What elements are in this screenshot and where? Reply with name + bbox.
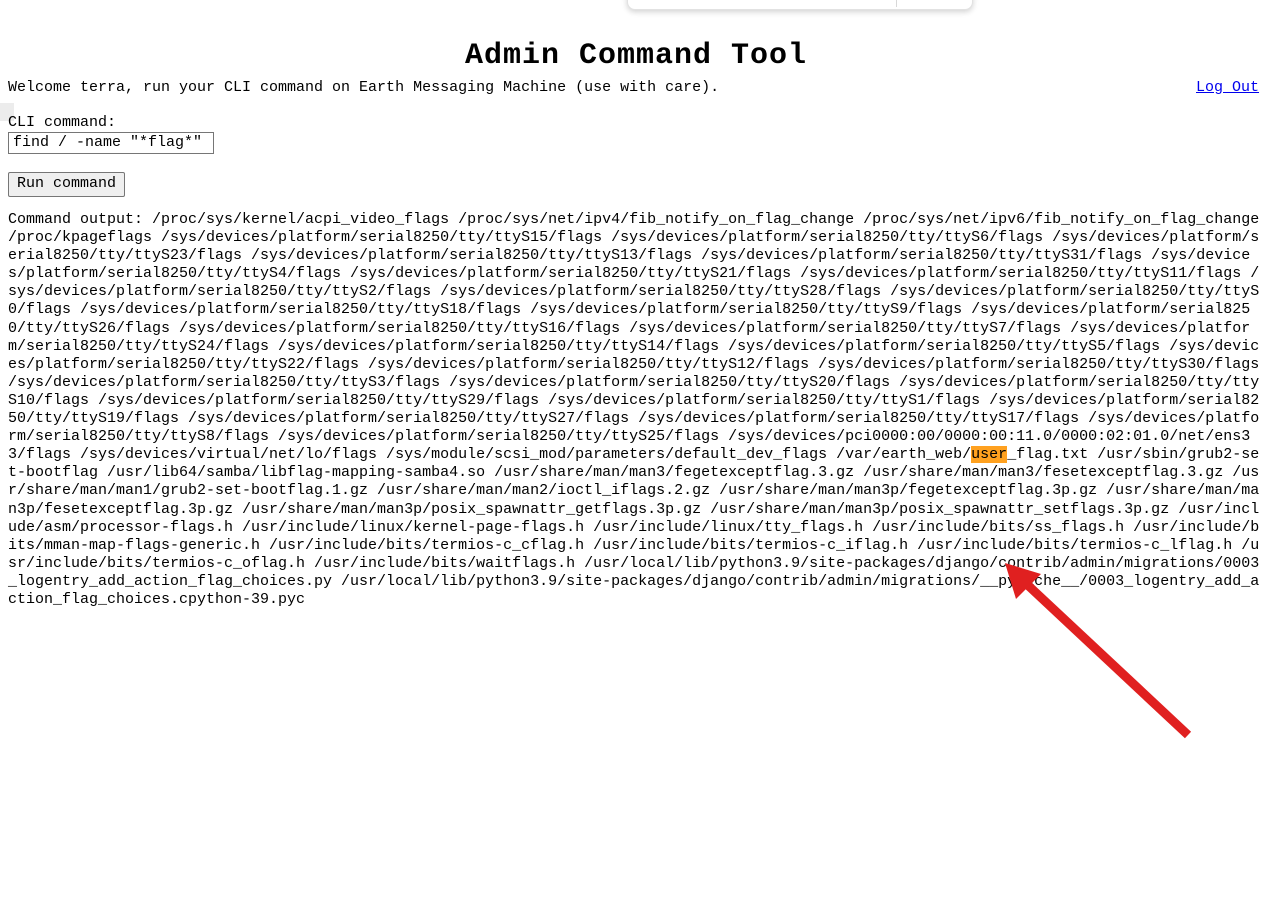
run-command-button[interactable]: Run command (8, 172, 126, 197)
command-output-prefix: Command output: (8, 211, 153, 228)
top-popup-remnant (627, 0, 973, 10)
page-title: Admin Command Tool (464, 39, 808, 74)
command-output-before-highlight: /proc/sys/kernel/acpi_video_flags /proc/… (8, 211, 1269, 464)
cli-command-input[interactable] (8, 132, 214, 154)
popup-divider (896, 0, 897, 7)
command-output-after-highlight: _flag.txt /usr/sbin/grub2-set-bootflag /… (8, 446, 1260, 608)
highlighted-user-token: user (971, 446, 1008, 464)
log-out-link[interactable]: Log Out (1196, 79, 1259, 97)
welcome-message: Welcome terra, run your CLI command on E… (8, 79, 720, 96)
command-output: Command output: /proc/sys/kernel/acpi_vi… (8, 211, 1266, 609)
cli-command-label: CLI command: (8, 114, 117, 131)
